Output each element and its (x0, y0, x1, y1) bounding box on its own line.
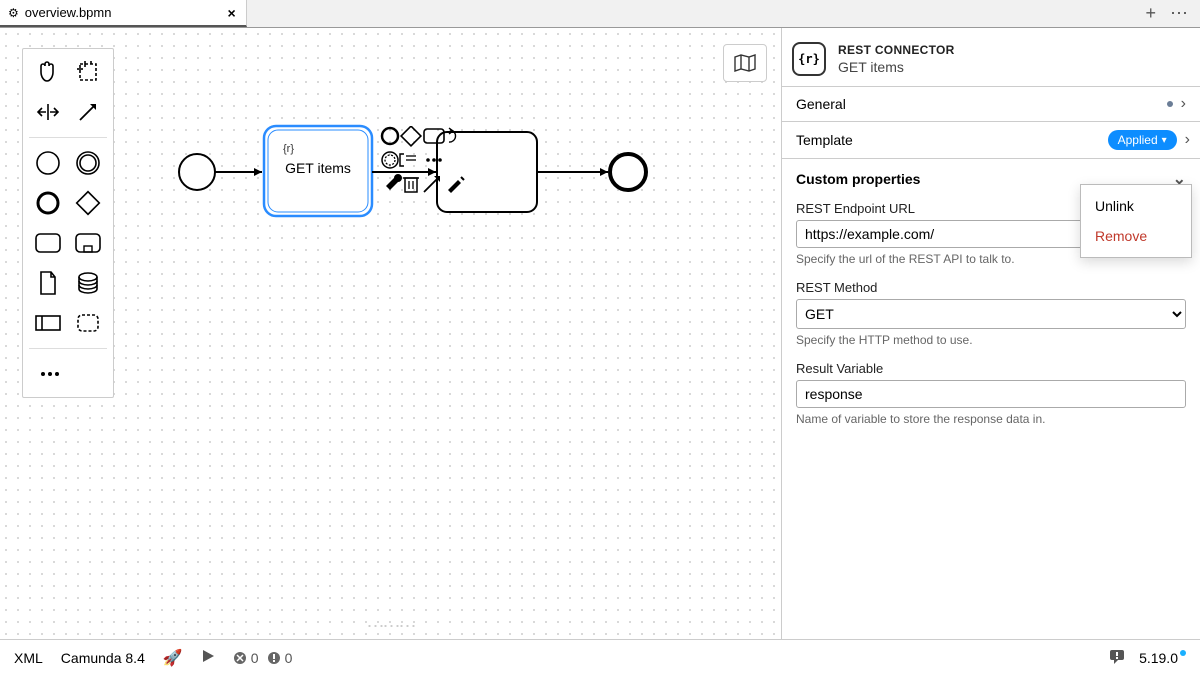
ctx-connect-icon[interactable] (424, 176, 440, 192)
bpmn-svg: {r} (0, 28, 782, 639)
result-input[interactable] (796, 380, 1186, 408)
method-select[interactable]: GET (796, 299, 1186, 329)
feedback-icon[interactable] (1109, 648, 1125, 667)
connector-type-label: REST CONNECTOR (838, 43, 955, 57)
menu-remove[interactable]: Remove (1081, 221, 1191, 251)
chevron-right-icon: › (1185, 131, 1190, 149)
method-label: REST Method (796, 280, 1186, 295)
tab-title: overview.bpmn (25, 5, 112, 20)
menu-unlink[interactable]: Unlink (1081, 191, 1191, 221)
ctx-delete-icon[interactable] (403, 178, 419, 192)
result-label: Result Variable (796, 361, 1186, 376)
section-title-label: Custom properties (796, 171, 920, 187)
connector-name-label: GET items (838, 59, 955, 75)
add-tab-icon[interactable]: + (1145, 3, 1156, 24)
group-general-label: General (796, 96, 846, 112)
rocket-icon[interactable]: 🚀 (163, 648, 183, 668)
warnings-count[interactable]: 0 (267, 650, 293, 666)
group-template-label: Template (796, 132, 853, 148)
update-dot-icon (1180, 650, 1186, 656)
group-general[interactable]: General › (782, 86, 1200, 121)
diagram-canvas[interactable]: {r} GET items (0, 28, 782, 639)
end-event[interactable] (610, 154, 646, 190)
chevron-down-icon: ▾ (1162, 135, 1167, 146)
context-pad (380, 126, 468, 196)
badge-label: Applied (1118, 133, 1158, 147)
main-area: {r} GET items (0, 28, 1200, 639)
engine-label[interactable]: Camunda 8.4 (61, 650, 145, 666)
ctx-wrench-icon[interactable] (386, 174, 402, 190)
ctx-color-icon[interactable] (448, 177, 464, 193)
start-event[interactable] (179, 154, 215, 190)
group-template[interactable]: Template Applied ▾ › (782, 121, 1200, 158)
method-help: Specify the HTTP method to use. (796, 333, 1186, 347)
tabbar-actions: + ⋯ (1145, 0, 1200, 27)
ctx-annotation-icon[interactable] (400, 154, 416, 166)
selected-task-label: GET items (264, 160, 372, 176)
ctx-intermediate-event-icon[interactable] (382, 152, 398, 168)
errors-count[interactable]: 0 (233, 650, 259, 666)
ctx-replace-icon[interactable] (449, 128, 456, 142)
ctx-end-event-icon[interactable] (382, 128, 398, 144)
tab-overview[interactable]: ⚙ overview.bpmn × (0, 0, 247, 27)
panel-header: {r} REST CONNECTOR GET items (782, 28, 1200, 86)
connector-icon: {r} (792, 42, 826, 76)
xml-toggle[interactable]: XML (14, 650, 43, 666)
more-icon[interactable]: ⋯ (1170, 3, 1188, 24)
template-applied-badge[interactable]: Applied ▾ (1108, 130, 1177, 150)
ctx-task-icon[interactable] (424, 129, 444, 143)
svg-text:{r}: {r} (283, 143, 294, 155)
version-label[interactable]: 5.19.0 (1139, 650, 1186, 666)
close-icon[interactable]: × (227, 5, 235, 21)
gear-icon: ⚙ (8, 6, 19, 20)
play-icon[interactable] (201, 649, 215, 666)
tab-bar: ⚙ overview.bpmn × + ⋯ (0, 0, 1200, 28)
ctx-gateway-icon[interactable] (401, 126, 421, 146)
properties-panel: {r} REST CONNECTOR GET items General › T… (782, 28, 1200, 639)
chevron-right-icon: › (1181, 95, 1186, 113)
status-bar: XML Camunda 8.4 🚀 0 0 5.19.0 (0, 639, 1200, 675)
dirty-dot-icon (1167, 101, 1173, 107)
template-dropdown: Unlink Remove (1080, 184, 1192, 258)
ctx-more-icon[interactable] (426, 158, 442, 162)
result-help: Name of variable to store the response d… (796, 412, 1186, 426)
